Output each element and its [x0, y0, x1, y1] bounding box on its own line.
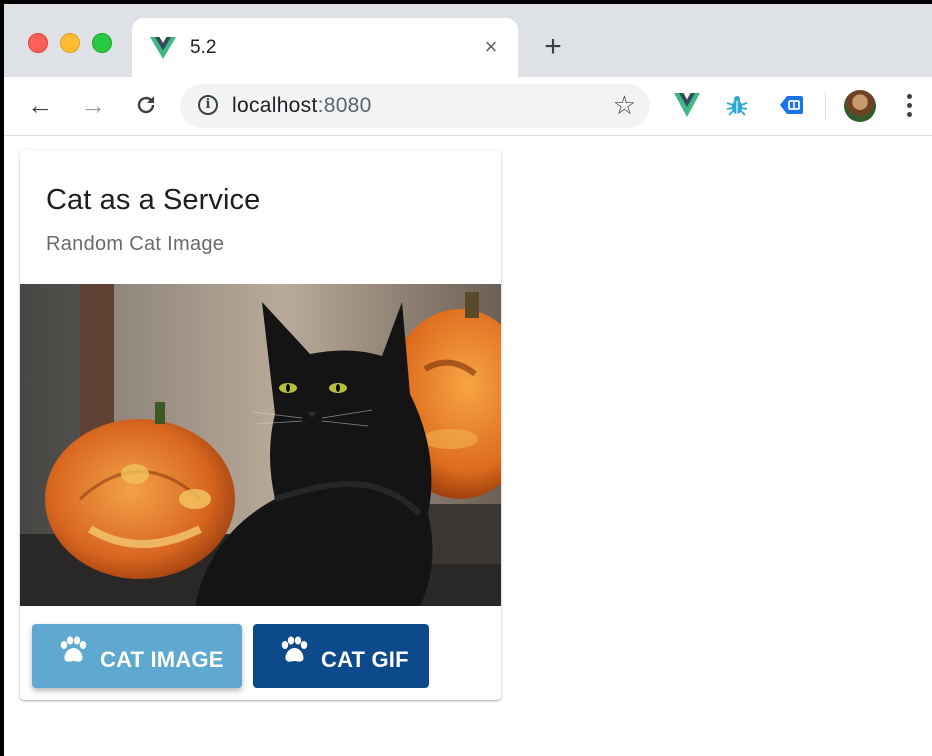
- cat-gif-button-label: CAT GIF: [321, 647, 409, 672]
- maximize-window-button[interactable]: [92, 33, 112, 53]
- vue-favicon-icon: [150, 37, 176, 59]
- forward-button[interactable]: →: [79, 91, 107, 119]
- cat-gif-button[interactable]: CAT GIF: [253, 624, 429, 688]
- browser-toolbar: ← → i localhost:8080 ☆: [4, 77, 932, 136]
- reload-icon: [137, 96, 155, 114]
- tab-active[interactable]: 5.2 ×: [132, 18, 518, 77]
- close-window-button[interactable]: [28, 33, 48, 53]
- vue-devtools-icon[interactable]: [674, 93, 700, 117]
- site-info-icon[interactable]: i: [198, 95, 218, 115]
- url-text[interactable]: localhost:8080: [232, 94, 372, 118]
- back-button[interactable]: ←: [26, 91, 54, 119]
- tab-title: 5.2: [190, 37, 217, 58]
- url-host: localhost: [232, 94, 318, 117]
- tab-strip: 5.2 × +: [4, 4, 932, 77]
- toolbar-divider: [825, 93, 826, 119]
- close-tab-icon[interactable]: ×: [478, 34, 504, 60]
- bug-icon[interactable]: [725, 93, 749, 117]
- cat-image-button-label: CAT IMAGE: [100, 647, 224, 672]
- url-port: :8080: [317, 94, 372, 117]
- page-content: Cat as a Service Random Cat Image CAT IM…: [4, 136, 932, 756]
- cat-image: [20, 284, 501, 606]
- paw-icon: [60, 636, 87, 662]
- bookmark-star-icon[interactable]: ☆: [613, 91, 636, 119]
- new-tab-button[interactable]: +: [538, 32, 568, 62]
- minimize-window-button[interactable]: [60, 33, 80, 53]
- paw-icon: [281, 636, 308, 662]
- reload-button[interactable]: [132, 91, 160, 119]
- browser-window: 5.2 × + ← → i localhost:8080 ☆ Cat as a …: [0, 0, 932, 756]
- cat-image-button[interactable]: CAT IMAGE: [32, 624, 242, 688]
- menu-kebab-icon[interactable]: [907, 94, 913, 118]
- card-subtitle: Random Cat Image: [46, 233, 225, 255]
- cat-card: Cat as a Service Random Cat Image CAT IM…: [20, 150, 501, 700]
- address-bar[interactable]: i localhost:8080 ☆: [180, 84, 650, 128]
- profile-avatar[interactable]: [844, 90, 876, 122]
- tag-icon[interactable]: [779, 93, 805, 117]
- card-title: Cat as a Service: [46, 184, 261, 216]
